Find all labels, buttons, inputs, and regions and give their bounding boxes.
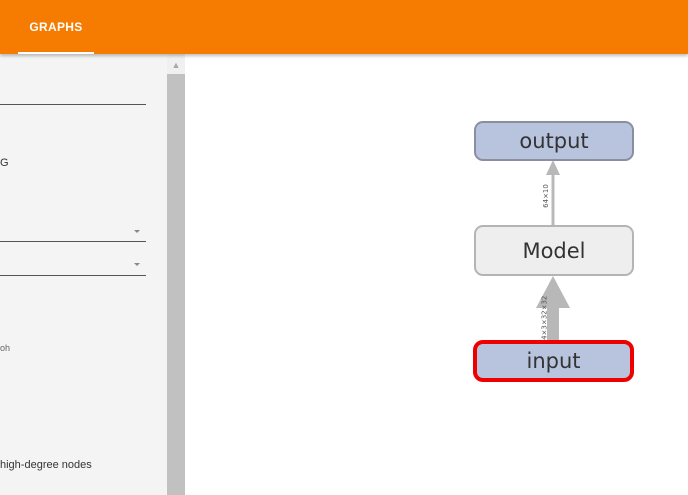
tab-graphs[interactable]: GRAPHS bbox=[18, 0, 94, 54]
graph-node-model[interactable]: Model bbox=[474, 225, 634, 276]
sidebar-select-underline[interactable] bbox=[0, 241, 146, 242]
scrollbar-thumb[interactable] bbox=[167, 74, 185, 495]
edge-input-to-model bbox=[547, 304, 559, 340]
edge-label-input-model: 64×3×32×32 bbox=[540, 295, 549, 345]
graph-node-input-selected[interactable]: input bbox=[473, 340, 634, 382]
sidebar-select-underline[interactable] bbox=[0, 275, 146, 276]
sidebar-option-label: high-degree nodes bbox=[0, 459, 92, 471]
top-app-bar: GRAPHS bbox=[0, 0, 688, 54]
sidebar-scrollbar[interactable]: ▲ bbox=[167, 54, 185, 495]
edge-model-to-output bbox=[551, 173, 555, 225]
edge-arrowhead-icon bbox=[546, 160, 560, 175]
sidebar-text-fragment: G bbox=[0, 157, 9, 169]
node-label: Model bbox=[522, 238, 586, 263]
sidebar-text-fragment: oh bbox=[0, 343, 11, 353]
scroll-up-arrow-icon[interactable]: ▲ bbox=[167, 58, 185, 72]
node-label: input bbox=[526, 349, 581, 373]
dropdown-caret-icon[interactable] bbox=[134, 263, 140, 266]
tab-graphs-label: GRAPHS bbox=[29, 20, 83, 34]
node-label: output bbox=[519, 129, 589, 153]
graph-canvas[interactable]: 64×10 64×3×32×32 output Model input bbox=[185, 54, 688, 495]
sidebar-input-underline[interactable] bbox=[0, 104, 146, 105]
active-tab-indicator bbox=[18, 52, 94, 54]
edge-label-model-output: 64×10 bbox=[541, 184, 550, 208]
graph-node-output[interactable]: output bbox=[474, 121, 634, 161]
dropdown-caret-icon[interactable] bbox=[134, 230, 140, 233]
sidebar-panel: G oh high-degree nodes bbox=[0, 54, 167, 495]
